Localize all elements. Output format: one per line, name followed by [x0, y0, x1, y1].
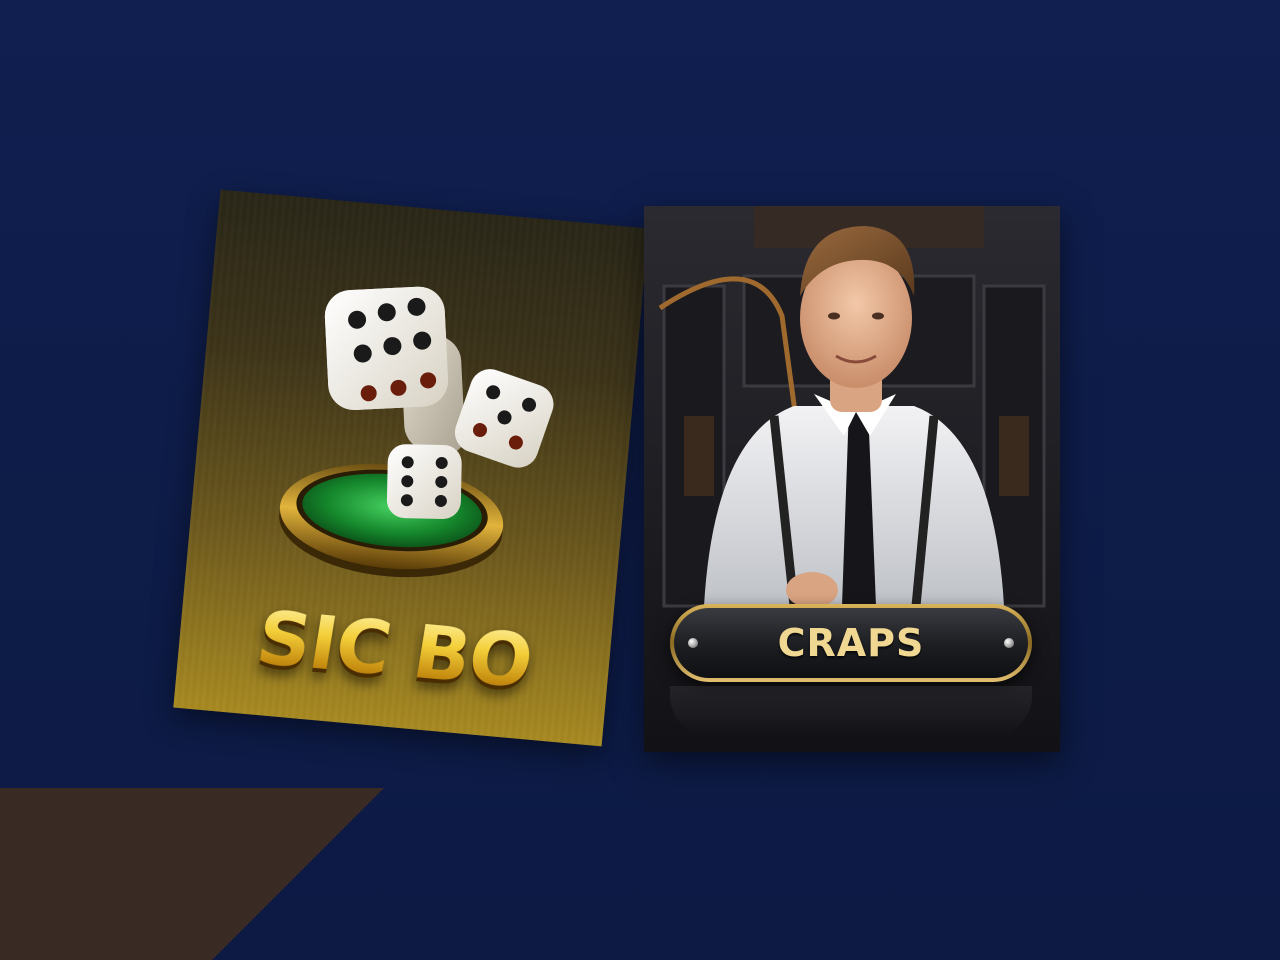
craps-game-card[interactable]: CRAPS — [644, 206, 1060, 752]
corner-accent-shape — [0, 788, 384, 960]
craps-title: CRAPS — [777, 621, 925, 665]
rivet-icon — [1004, 638, 1014, 648]
rivet-icon — [688, 638, 698, 648]
craps-banner[interactable]: CRAPS — [670, 604, 1032, 682]
sicbo-game-card[interactable]: SIC BO — [173, 189, 649, 747]
banner-reflection — [670, 686, 1032, 736]
